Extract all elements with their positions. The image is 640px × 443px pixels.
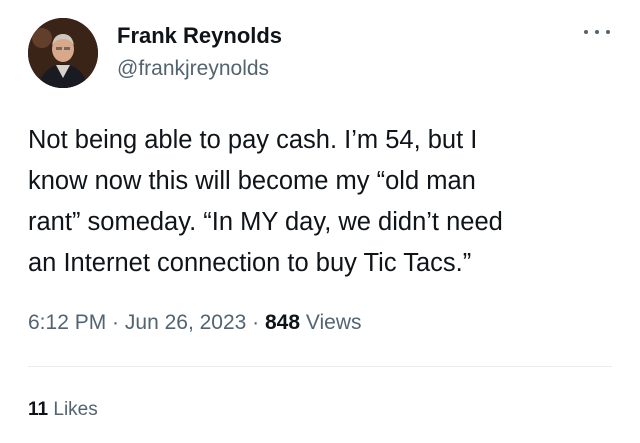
likes-label: Likes — [48, 399, 98, 420]
author-info: Frank Reynolds @frankjreynolds — [117, 23, 282, 82]
avatar[interactable] — [28, 18, 98, 88]
tweet-meta: 6:12 PM · Jun 26, 2023 · 848 Views — [28, 308, 362, 338]
more-dot — [595, 30, 599, 34]
views-label[interactable]: Views — [300, 311, 362, 334]
likes-count: 11 — [28, 399, 49, 420]
meta-separator: · — [106, 311, 125, 334]
tweet-text: Not being able to pay cash. I’m 54, but … — [28, 126, 503, 277]
author-handle[interactable]: @frankjreynolds — [117, 56, 282, 82]
divider — [28, 366, 612, 367]
views-count[interactable]: 848 — [265, 311, 300, 334]
more-dot — [584, 30, 588, 34]
author-display-name[interactable]: Frank Reynolds — [117, 23, 282, 49]
tweet-time[interactable]: 6:12 PM — [28, 311, 106, 334]
meta-separator: · — [246, 311, 265, 334]
likes-stat[interactable]: 11 Likes — [28, 397, 98, 423]
avatar-photo — [28, 18, 98, 88]
tweet-card: Frank Reynolds @frankjreynolds Not being… — [0, 0, 640, 443]
more-options-icon[interactable] — [584, 24, 610, 40]
tweet-date[interactable]: Jun 26, 2023 — [125, 311, 246, 334]
more-dot — [606, 30, 610, 34]
